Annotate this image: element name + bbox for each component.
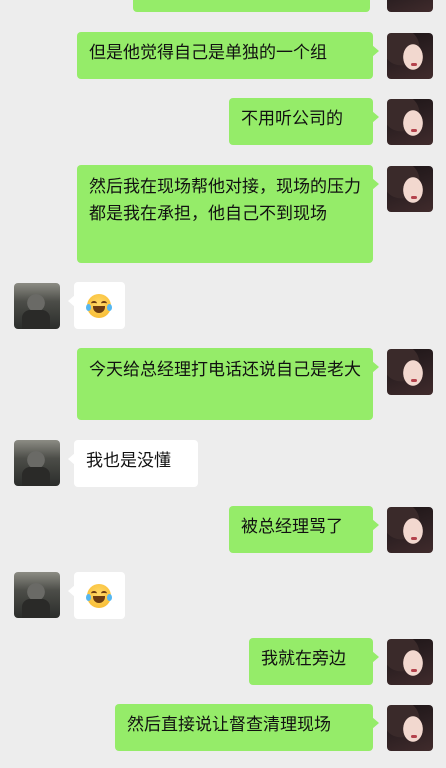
- message-bubble-outgoing[interactable]: 今天给总经理打电话还说自己是老大: [77, 348, 379, 420]
- message-bubble-outgoing[interactable]: 然后我在现场帮他对接，现场的压力都是我在承担，他自己不到现场: [77, 165, 379, 263]
- message-text: 但是他觉得自己是单独的一个组: [89, 43, 327, 63]
- message-text: 然后我在现场帮他对接，现场的压力都是我在承担，他自己不到现场: [89, 177, 361, 224]
- self-avatar[interactable]: [387, 507, 433, 553]
- self-avatar[interactable]: [387, 349, 433, 395]
- message-bubble-outgoing[interactable]: 被总经理骂了: [229, 506, 379, 553]
- partial-message-bubble[interactable]: [133, 0, 370, 12]
- message-bubble-incoming[interactable]: 我也是没懂: [68, 440, 198, 487]
- message-text: 不用听公司的: [241, 109, 343, 129]
- message-bubble-outgoing[interactable]: 我就在旁边: [249, 638, 379, 685]
- self-avatar[interactable]: [387, 166, 433, 212]
- message-bubble-incoming[interactable]: [68, 572, 125, 619]
- message-text: 今天给总经理打电话还说自己是老大: [89, 360, 361, 380]
- message-text: 然后直接说让督查清理现场: [127, 715, 331, 735]
- self-avatar[interactable]: [387, 99, 433, 145]
- contact-avatar[interactable]: [14, 572, 60, 618]
- message-text: 被总经理骂了: [241, 517, 343, 537]
- message-bubble-outgoing[interactable]: 但是他觉得自己是单独的一个组: [77, 32, 379, 79]
- self-avatar[interactable]: [387, 33, 433, 79]
- laughing-tears-emoji-icon: [86, 294, 112, 318]
- self-avatar[interactable]: [387, 705, 433, 751]
- laughing-tears-emoji-icon: [86, 584, 112, 608]
- message-text: 我也是没懂: [86, 451, 171, 471]
- message-bubble-outgoing[interactable]: 不用听公司的: [229, 98, 379, 145]
- partial-avatar[interactable]: [387, 0, 433, 12]
- contact-avatar[interactable]: [14, 283, 60, 329]
- message-text: 我就在旁边: [261, 649, 346, 669]
- contact-avatar[interactable]: [14, 440, 60, 486]
- message-bubble-incoming[interactable]: [68, 282, 125, 329]
- message-bubble-outgoing[interactable]: 然后直接说让督查清理现场: [115, 704, 379, 751]
- self-avatar[interactable]: [387, 639, 433, 685]
